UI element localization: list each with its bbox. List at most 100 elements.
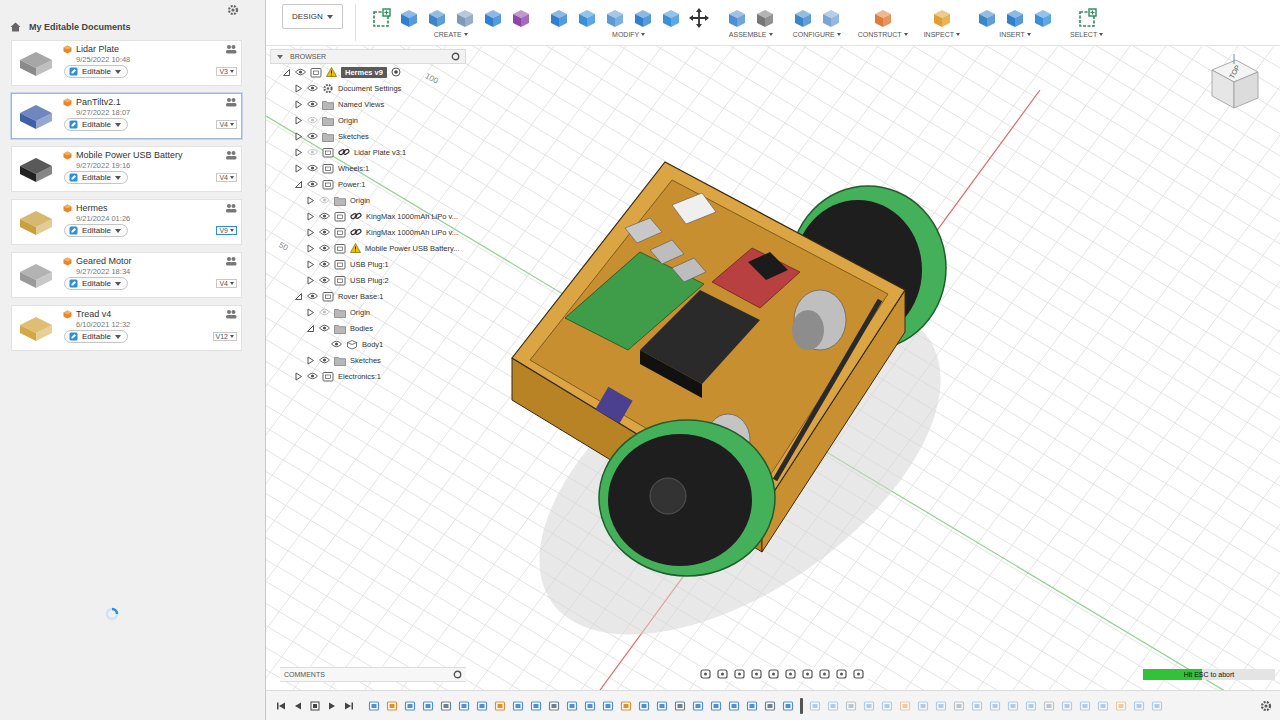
view-cube-label[interactable]: TOP [1228,64,1241,80]
timeline-component-icon[interactable] [1025,700,1037,712]
browser-item[interactable]: USB Plug:1 [270,256,466,272]
viewport-canvas[interactable]: 10050TOPBROWSERHermes v9Document Setting… [266,46,1280,690]
timeline-component-icon[interactable] [1079,700,1091,712]
document-name[interactable]: Tread v4 [76,309,221,319]
timeline-component-icon[interactable] [971,700,983,712]
tool-icon[interactable] [792,7,814,29]
expand-toggle-icon[interactable] [306,356,315,365]
toolbar-group-label[interactable]: ASSEMBLE [729,31,773,38]
tool-icon[interactable] [426,7,448,29]
timeline-sketch-icon[interactable] [620,700,632,712]
toolbar-group-label[interactable]: INSPECT [924,31,960,38]
timeline-component-icon[interactable] [368,700,380,712]
timeline-component-icon[interactable] [512,700,524,712]
document-name[interactable]: PanTiltv2.1 [76,97,221,107]
status-dropdown[interactable]: Editable [64,277,128,290]
timeline-component-icon[interactable] [1133,700,1145,712]
timeline-component-icon[interactable] [809,700,821,712]
browser-item-label[interactable]: Sketches [350,356,381,365]
timeline-joint-icon[interactable] [764,700,776,712]
nav-tool-icon[interactable] [784,668,797,680]
visibility-eye-icon[interactable] [319,276,330,284]
tool-icon[interactable] [1004,7,1026,29]
visibility-eye-icon[interactable] [295,68,306,76]
browser-item[interactable]: Mobile Power USB Battery... [270,240,466,256]
visibility-eye-icon[interactable] [307,292,318,300]
nav-tool-icon[interactable] [852,668,865,680]
timeline-marker[interactable] [800,698,803,714]
visibility-eye-icon[interactable] [319,228,330,236]
browser-item-label[interactable]: Named Views [338,100,384,109]
browser-item[interactable]: Electronics:1 [270,368,466,384]
browser-item[interactable]: Origin [270,112,466,128]
browser-item-label[interactable]: USB Plug:1 [350,260,389,269]
browser-item[interactable]: Named Views [270,96,466,112]
timeline-component-icon[interactable] [530,700,542,712]
visibility-eye-icon[interactable] [319,196,330,204]
share-people-icon[interactable] [225,203,237,213]
expand-toggle-icon[interactable] [282,68,291,77]
timeline-component-icon[interactable] [1007,700,1019,712]
visibility-eye-icon[interactable] [307,148,318,156]
timeline-component-icon[interactable] [458,700,470,712]
status-dropdown[interactable]: Editable [64,330,128,343]
document-card[interactable]: PanTiltv2.19/27/2022 18:07EditableV4 [11,93,242,139]
timeline-component-icon[interactable] [782,700,794,712]
tool-icon[interactable] [576,7,598,29]
visibility-eye-icon[interactable] [307,164,318,172]
timeline-sketch-icon[interactable] [899,700,911,712]
step-back-icon[interactable] [293,701,303,711]
browser-header[interactable]: BROWSER [270,49,466,64]
collapse-icon[interactable] [276,53,284,61]
document-name[interactable]: Lidar Plate [76,44,221,54]
document-card[interactable]: Tread v46/10/2021 12:32EditableV12 [11,305,242,351]
model-scene[interactable] [266,46,1280,690]
browser-item[interactable]: USB Plug:2 [270,272,466,288]
timeline-sketch-icon[interactable] [494,700,506,712]
nav-tool-icon[interactable] [767,668,780,680]
browser-item-label[interactable]: Document Settings [338,84,401,93]
timeline-component-icon[interactable] [1097,700,1109,712]
visibility-eye-icon[interactable] [319,324,330,332]
settings-gear-icon[interactable] [227,4,239,16]
timeline-joint-icon[interactable] [548,700,560,712]
version-badge[interactable]: V3 [216,67,237,76]
share-people-icon[interactable] [225,97,237,107]
share-people-icon[interactable] [225,309,237,319]
timeline-component-icon[interactable] [881,700,893,712]
browser-item[interactable]: Bodies [270,320,466,336]
toolbar-group-label[interactable]: MODIFY [612,31,645,38]
version-badge[interactable]: V4 [216,173,237,182]
nav-tool-icon[interactable] [818,668,831,680]
timeline-component-icon[interactable] [746,700,758,712]
timeline-component-icon[interactable] [692,700,704,712]
expand-toggle-icon[interactable] [294,148,303,157]
go-to-start-icon[interactable] [276,701,286,711]
nav-tool-icon[interactable] [835,668,848,680]
version-badge[interactable]: V12 [213,332,237,341]
expand-toggle-icon[interactable] [306,276,315,285]
comments-bar[interactable]: COMMENTS [280,667,466,682]
pin-icon[interactable] [451,52,460,61]
timeline-joint-icon[interactable] [440,700,452,712]
timeline-component-icon[interactable] [989,700,1001,712]
timeline-component-icon[interactable] [656,700,668,712]
share-people-icon[interactable] [225,256,237,266]
visibility-eye-icon[interactable] [319,260,330,268]
go-to-end-icon[interactable] [344,701,354,711]
browser-item-label[interactable]: Bodies [350,324,373,333]
timeline-sketch-icon[interactable] [1115,700,1127,712]
tool-icon[interactable] [754,7,776,29]
browser-item[interactable]: Sketches [270,128,466,144]
share-people-icon[interactable] [225,150,237,160]
timeline-component-icon[interactable] [935,700,947,712]
tool-icon[interactable] [660,7,682,29]
document-card[interactable]: Lidar Plate9/25/2022 10:48EditableV3 [11,40,242,86]
visibility-eye-icon[interactable] [307,84,318,92]
visibility-eye-icon[interactable] [307,180,318,188]
browser-item-label[interactable]: USB Plug:2 [350,276,389,285]
visibility-eye-icon[interactable] [319,244,330,252]
browser-item-label[interactable]: Rover Base:1 [338,292,383,301]
nav-tool-icon[interactable] [801,668,814,680]
timeline-component-icon[interactable] [476,700,488,712]
